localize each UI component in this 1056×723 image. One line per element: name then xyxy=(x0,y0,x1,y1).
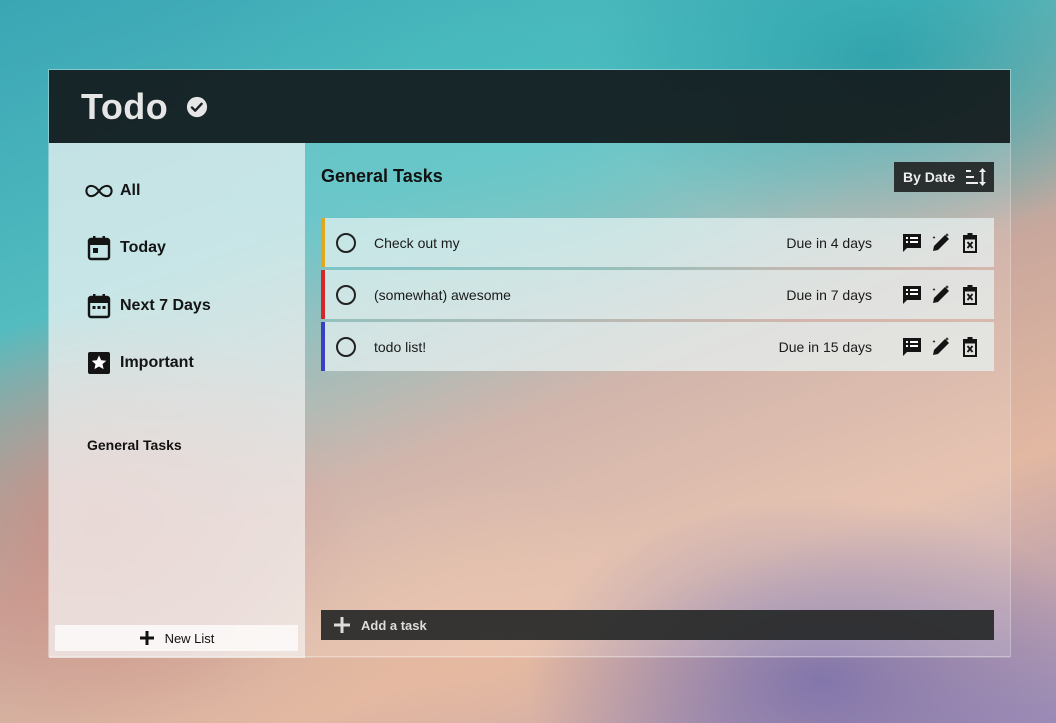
plus-icon xyxy=(333,616,351,634)
app-title: Todo xyxy=(81,85,169,127)
task-name: (somewhat) awesome xyxy=(374,286,511,303)
complete-checkbox[interactable] xyxy=(336,232,356,253)
sidebar-item-next-7-days[interactable]: Next 7 Days xyxy=(85,291,211,321)
sidebar-item-today[interactable]: Today xyxy=(85,233,166,263)
sidebar-item-label: Important xyxy=(120,354,194,371)
sidebar-item-label: All xyxy=(120,182,141,199)
sort-label: By Date xyxy=(903,169,956,185)
sidebar-list-general-tasks[interactable]: General Tasks xyxy=(87,437,182,453)
check-circle-icon xyxy=(186,96,208,118)
star-box-icon xyxy=(85,349,113,377)
delete-icon[interactable] xyxy=(958,283,982,307)
complete-checkbox[interactable] xyxy=(336,336,356,357)
sidebar-item-label: Next 7 Days xyxy=(120,297,211,314)
app-header: Todo xyxy=(49,70,1010,143)
edit-icon[interactable] xyxy=(929,231,953,255)
sort-button[interactable]: By Date xyxy=(894,162,994,192)
task-row: (somewhat) awesome Due in 7 days xyxy=(321,270,994,319)
plus-icon xyxy=(139,630,155,646)
complete-checkbox[interactable] xyxy=(336,284,356,305)
delete-icon[interactable] xyxy=(958,231,982,255)
task-due: Due in 4 days xyxy=(786,234,872,251)
calendar-week-icon xyxy=(85,292,113,320)
main-panel: General Tasks By Date Check out my Due i… xyxy=(305,143,1010,658)
add-task-button[interactable]: Add a task xyxy=(321,610,994,640)
task-due: Due in 15 days xyxy=(778,338,872,355)
app-window: Todo All Today Next 7 Days Important Gen… xyxy=(48,69,1011,658)
sidebar: All Today Next 7 Days Important General … xyxy=(49,143,305,658)
edit-icon[interactable] xyxy=(929,283,953,307)
task-name: Check out my xyxy=(374,234,460,251)
sort-icon xyxy=(965,166,987,188)
delete-icon[interactable] xyxy=(958,335,982,359)
task-due: Due in 7 days xyxy=(786,286,872,303)
calendar-today-icon xyxy=(85,234,113,262)
task-name: todo list! xyxy=(374,338,427,355)
new-list-label: New List xyxy=(164,630,215,646)
sidebar-item-all[interactable]: All xyxy=(85,176,140,206)
notes-icon[interactable] xyxy=(900,335,924,359)
task-row: Check out my Due in 4 days xyxy=(321,218,994,267)
add-task-label: Add a task xyxy=(361,617,427,633)
notes-icon[interactable] xyxy=(900,231,924,255)
sidebar-item-important[interactable]: Important xyxy=(85,348,194,378)
task-row: todo list! Due in 15 days xyxy=(321,322,994,371)
new-list-button[interactable]: New List xyxy=(55,625,298,651)
infinity-icon xyxy=(85,177,113,205)
notes-icon[interactable] xyxy=(900,283,924,307)
page-title: General Tasks xyxy=(321,166,443,186)
sidebar-item-label: Today xyxy=(120,239,166,256)
edit-icon[interactable] xyxy=(929,335,953,359)
